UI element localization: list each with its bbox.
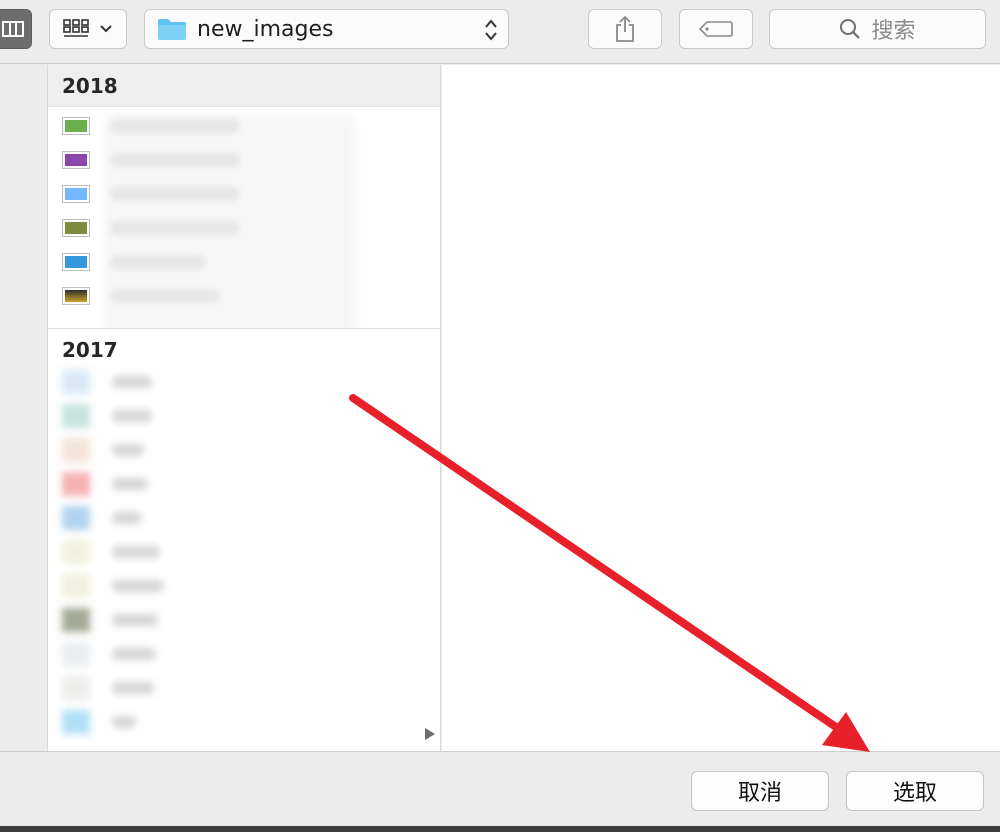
file-open-dialog: new_images 搜索 2018 2017 取消 选取 (0, 0, 1000, 832)
image-thumbnail (62, 185, 90, 203)
image-thumbnail (62, 676, 90, 700)
image-thumbnail (62, 287, 90, 305)
image-thumbnail (62, 370, 90, 394)
sidebar[interactable] (0, 65, 48, 751)
search-field[interactable]: 搜索 (769, 9, 986, 49)
file-row[interactable] (48, 365, 188, 399)
image-thumbnail (62, 574, 90, 598)
grid-icon (63, 19, 89, 37)
file-list-column[interactable]: 2018 2017 (48, 65, 441, 751)
redaction-blur (104, 115, 356, 347)
image-thumbnail (62, 404, 90, 428)
blurred-file-name (112, 478, 148, 490)
file-row[interactable] (48, 671, 188, 705)
blurred-file-name (112, 682, 154, 694)
file-row[interactable] (48, 501, 188, 535)
blurred-file-name (112, 444, 144, 456)
folder-icon (158, 19, 186, 40)
blurred-file-name (112, 376, 152, 388)
background-window-strip (0, 826, 1000, 832)
blurred-file-name (112, 410, 152, 422)
file-row[interactable] (48, 433, 188, 467)
chevron-down-icon (100, 25, 112, 33)
section-header-2017: 2017 (48, 328, 440, 370)
preview-pane (442, 65, 1000, 751)
section-header-2018: 2018 (48, 65, 440, 107)
image-thumbnail (62, 608, 90, 632)
image-thumbnail (62, 710, 90, 734)
search-placeholder: 搜索 (871, 19, 916, 44)
image-thumbnail (62, 472, 90, 496)
image-thumbnail (62, 151, 90, 169)
blurred-file-name (112, 512, 142, 524)
share-icon (616, 15, 634, 42)
search-icon (840, 19, 861, 39)
view-options-button[interactable] (49, 9, 127, 49)
file-row[interactable] (48, 399, 188, 433)
location-popup[interactable]: new_images (144, 9, 509, 49)
dialog-footer: 取消 选取 (0, 751, 1000, 832)
image-thumbnail (62, 506, 90, 530)
image-thumbnail (62, 219, 90, 237)
file-row[interactable] (48, 569, 188, 603)
column-view-icon (2, 21, 24, 37)
column-view-button[interactable] (0, 9, 32, 49)
choose-button[interactable]: 选取 (846, 771, 984, 811)
blurred-file-name (112, 716, 136, 728)
tag-icon (698, 21, 733, 37)
cancel-button[interactable]: 取消 (691, 771, 829, 811)
file-row[interactable] (48, 637, 188, 671)
tag-button[interactable] (679, 9, 753, 49)
file-row[interactable] (48, 467, 188, 501)
share-button[interactable] (588, 9, 662, 49)
toolbar: new_images 搜索 (0, 0, 1000, 64)
image-thumbnail (62, 642, 90, 666)
file-row[interactable] (48, 705, 188, 739)
disclosure-triangle-icon[interactable] (425, 728, 435, 740)
current-folder-name: new_images (197, 16, 334, 42)
blurred-file-name (112, 580, 164, 592)
up-down-chevron-icon (485, 19, 497, 41)
blurred-file-name (112, 546, 160, 558)
blurred-file-name (112, 648, 156, 660)
image-thumbnail (62, 540, 90, 564)
image-thumbnail (62, 253, 90, 271)
image-thumbnail (62, 117, 90, 135)
file-row[interactable] (48, 603, 188, 637)
blurred-file-name (112, 614, 158, 626)
file-row[interactable] (48, 535, 188, 569)
image-thumbnail (62, 438, 90, 462)
